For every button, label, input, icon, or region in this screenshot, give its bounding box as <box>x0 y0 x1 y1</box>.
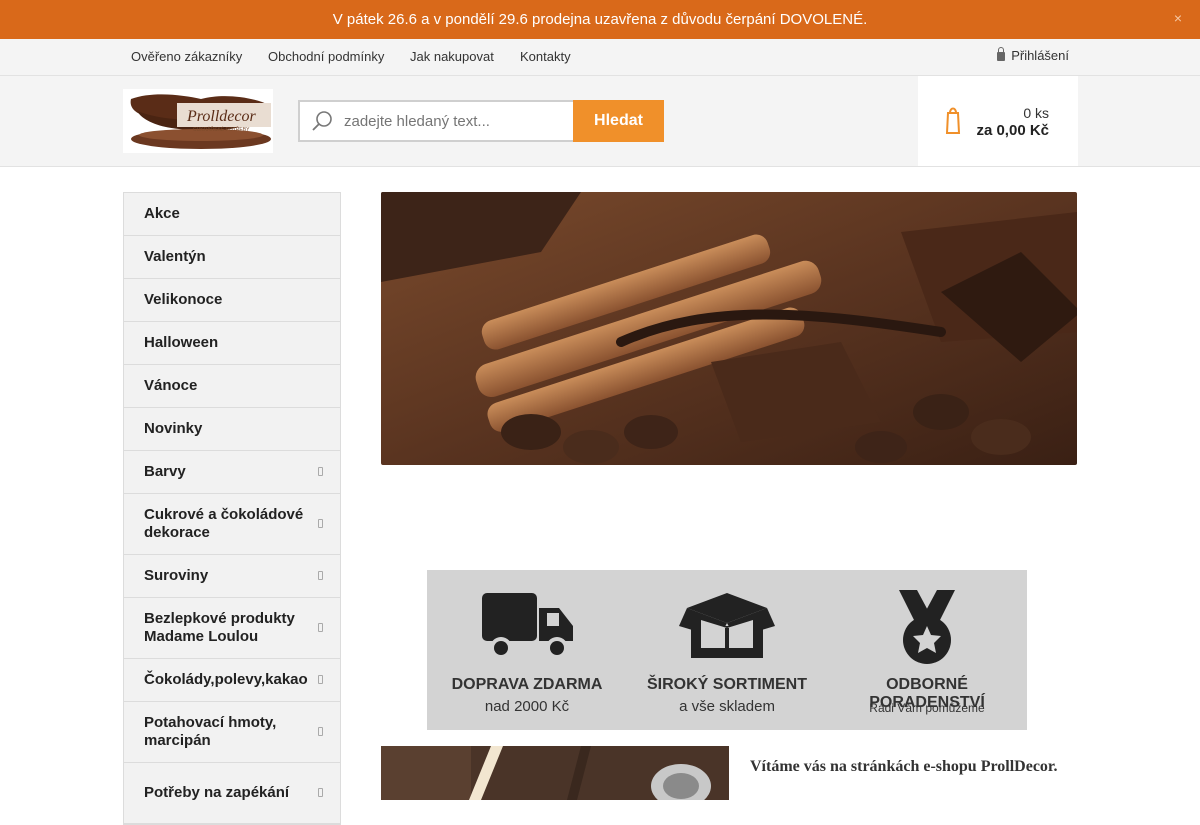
category-zapekani[interactable]: Potřeby na zapékání <box>124 763 340 824</box>
category-novinky[interactable]: Novinky <box>124 408 340 451</box>
category-sidebar: Akce Valentýn Velikonoce Halloween Vánoc… <box>123 192 341 825</box>
hero-banner[interactable] <box>381 192 1077 465</box>
feature-title: DOPRAVA ZDARMA <box>451 676 603 693</box>
benefits-banner: DOPRAVA ZDARMA nad 2000 Kč ŠIROKÝ SORTIM… <box>427 570 1027 730</box>
close-icon[interactable]: × <box>1174 10 1182 26</box>
category-bezlepkove[interactable]: Bezlepkové produkty Madame Loulou <box>124 598 340 659</box>
promo-bar: V pátek 26.6 a v pondělí 29.6 prodejna u… <box>0 0 1200 39</box>
cart-quantity: 0 ks <box>1023 105 1049 121</box>
cart-total: za 0,00 Kč <box>976 122 1049 139</box>
category-dekorace[interactable]: Cukrové a čokoládové dekorace <box>124 494 340 555</box>
login-link[interactable]: Přihlášení <box>997 47 1069 63</box>
store-photo <box>381 746 729 800</box>
category-cokolady[interactable]: Čokolády,polevy,kakao <box>124 659 340 702</box>
feature-wide-range: ŠIROKÝ SORTIMENT a vše skladem <box>627 570 827 730</box>
promo-text: V pátek 26.6 a v pondělí 29.6 prodejna u… <box>332 11 868 28</box>
top-navigation: Ověřeno zákazníky Obchodní podmínky Jak … <box>0 39 1200 76</box>
truck-icon <box>482 593 573 659</box>
welcome-heading: Vítáme vás na stránkách e-shopu ProllDec… <box>750 758 1058 775</box>
chevron-right-icon <box>318 623 323 632</box>
feature-subtitle: Rádi Vám pomůžeme <box>869 701 985 715</box>
medal-icon <box>899 590 955 664</box>
nav-link-contacts[interactable]: Kontakty <box>520 49 571 64</box>
chevron-right-icon <box>318 675 323 684</box>
cart-widget[interactable]: 0 ks za 0,00 Kč <box>918 76 1078 166</box>
category-akce[interactable]: Akce <box>124 193 340 236</box>
logo[interactable]: Prolldecor CUKRÁŘSKÉ POTŘEBY <box>123 89 273 153</box>
search-box <box>298 100 574 142</box>
feature-title: ŠIROKÝ SORTIMENT <box>646 676 807 693</box>
header: Prolldecor CUKRÁŘSKÉ POTŘEBY Hledat 0 ks… <box>0 76 1200 167</box>
category-vanoce[interactable]: Vánoce <box>124 365 340 408</box>
category-potahovaci-hmoty[interactable]: Potahovací hmoty, marcipán <box>124 702 340 763</box>
store-photo-image <box>381 746 729 800</box>
category-velikonoce[interactable]: Velikonoce <box>124 279 340 322</box>
category-suroviny[interactable]: Suroviny <box>124 555 340 598</box>
logo-tagline: CUKRÁŘSKÉ POTŘEBY <box>193 125 250 133</box>
chevron-right-icon <box>318 571 323 580</box>
logo-image: Prolldecor CUKRÁŘSKÉ POTŘEBY <box>123 89 273 153</box>
search-input[interactable] <box>342 111 566 131</box>
logo-text: Prolldecor <box>186 108 257 125</box>
feature-free-shipping: DOPRAVA ZDARMA nad 2000 Kč <box>427 570 627 730</box>
nav-link-verified[interactable]: Ověřeno zákazníky <box>131 49 242 64</box>
feature-expert-advice: ODBORNÉ PORADENSTVÍ Rádi Vám pomůžeme <box>827 570 1027 730</box>
search-icon <box>312 111 332 131</box>
feature-subtitle: a vše skladem <box>679 698 775 715</box>
cart-icon <box>945 107 961 134</box>
chevron-right-icon <box>318 519 323 528</box>
category-halloween[interactable]: Halloween <box>124 322 340 365</box>
box-icon <box>679 593 775 658</box>
nav-link-how-to-buy[interactable]: Jak nakupovat <box>410 49 494 64</box>
chevron-right-icon <box>318 727 323 736</box>
hero-image <box>381 192 1077 465</box>
lock-icon <box>997 47 1006 61</box>
feature-subtitle: nad 2000 Kč <box>484 698 570 715</box>
chevron-right-icon <box>318 467 323 476</box>
category-valentyn[interactable]: Valentýn <box>124 236 340 279</box>
category-barvy[interactable]: Barvy <box>124 451 340 494</box>
chevron-right-icon <box>318 788 323 797</box>
search-button[interactable]: Hledat <box>573 100 664 142</box>
nav-link-terms[interactable]: Obchodní podmínky <box>268 49 384 64</box>
login-label: Přihlášení <box>1011 48 1069 63</box>
